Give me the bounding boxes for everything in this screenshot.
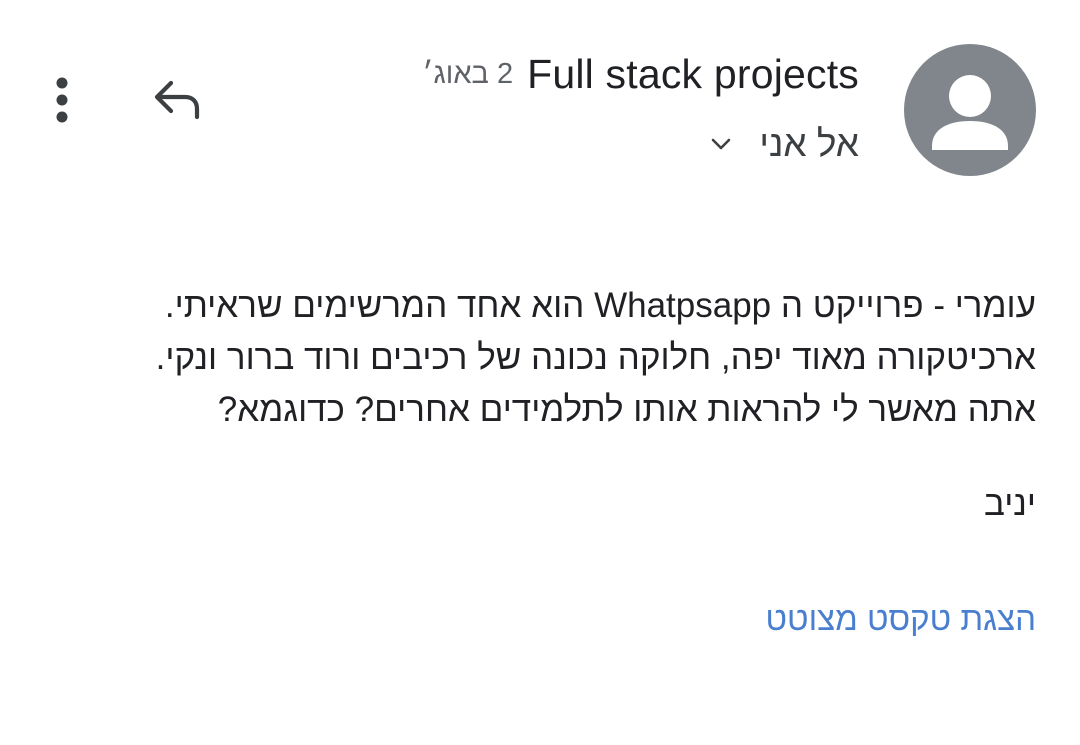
reply-button[interactable] xyxy=(140,72,212,128)
recipient-line[interactable]: אל אני xyxy=(707,118,859,170)
more-vert-icon xyxy=(56,77,68,123)
sender-name: Full stack projects xyxy=(527,50,859,97)
reply-icon xyxy=(154,80,200,120)
message-signature: יניב xyxy=(983,484,1036,523)
message-body: עומרי - פרוייקט ה Whatpsapp הוא אחד המרש… xyxy=(76,280,1036,436)
sender-avatar[interactable] xyxy=(904,44,1036,176)
chevron-down-icon[interactable] xyxy=(707,130,735,158)
message-line: עומרי - פרוייקט ה Whatpsapp הוא אחד המרש… xyxy=(164,286,1036,325)
recipient-label: אל אני xyxy=(759,123,859,164)
message-header: Full stack projects 2 באוג׳ xyxy=(422,44,859,104)
message-line: ארכיטקורה מאוד יפה, חלוקה נכונה של רכיבי… xyxy=(155,338,1036,377)
more-options-button[interactable] xyxy=(40,70,84,130)
message-line: אתה מאשר לי להראות אותו לתלמידים אחרים? … xyxy=(217,390,1036,429)
show-quoted-text-link[interactable]: הצגת טקסט מצוטט xyxy=(766,595,1037,643)
message-date: 2 באוג׳ xyxy=(422,57,514,90)
person-avatar-icon xyxy=(932,75,1008,150)
